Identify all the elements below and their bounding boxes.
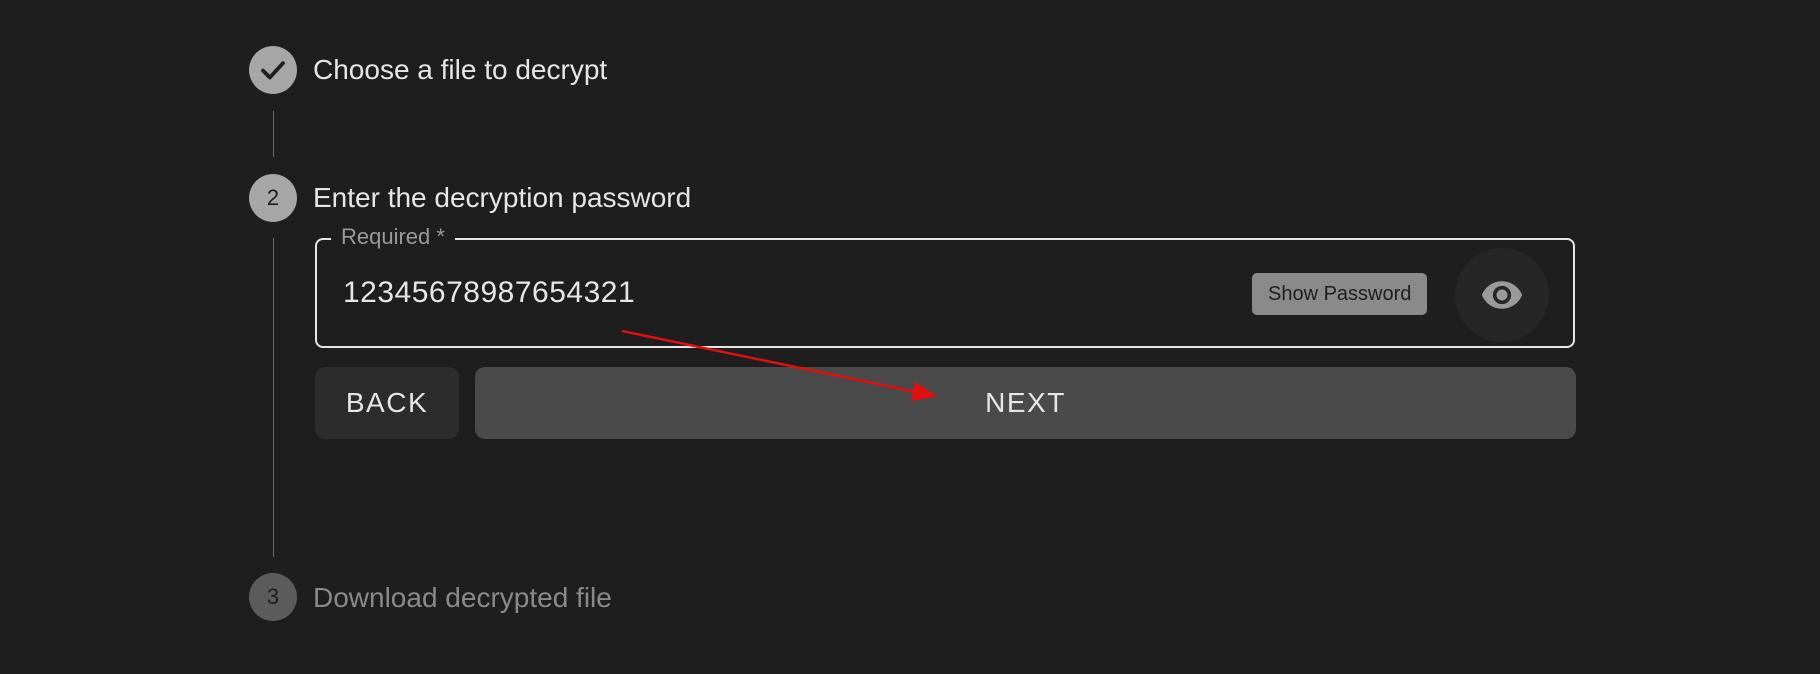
password-field[interactable]: Required * 12345678987654321 Show Passwo… (315, 224, 1575, 348)
step-3-number-badge: 3 (249, 573, 297, 621)
step-1-label: Choose a file to decrypt (313, 54, 608, 85)
toggle-password-visibility-button[interactable] (1455, 248, 1549, 342)
password-input[interactable]: 12345678987654321 (343, 276, 635, 310)
step-3-label: Download decrypted file (313, 582, 612, 613)
check-icon (261, 61, 285, 80)
step-connector (273, 238, 274, 557)
eye-icon (1481, 281, 1523, 309)
step-2-number-badge: 2 (249, 174, 297, 222)
show-password-tooltip: Show Password (1252, 273, 1428, 315)
step-connector (273, 111, 274, 157)
next-button[interactable]: NEXT (475, 367, 1576, 439)
decrypt-stepper-page: Choose a file to decrypt 2 Enter the dec… (0, 0, 1820, 674)
step-2-label: Enter the decryption password (313, 182, 692, 213)
password-field-label: Required * (331, 224, 455, 250)
step-1-completed-badge (249, 46, 297, 94)
back-button[interactable]: BACK (315, 367, 459, 439)
